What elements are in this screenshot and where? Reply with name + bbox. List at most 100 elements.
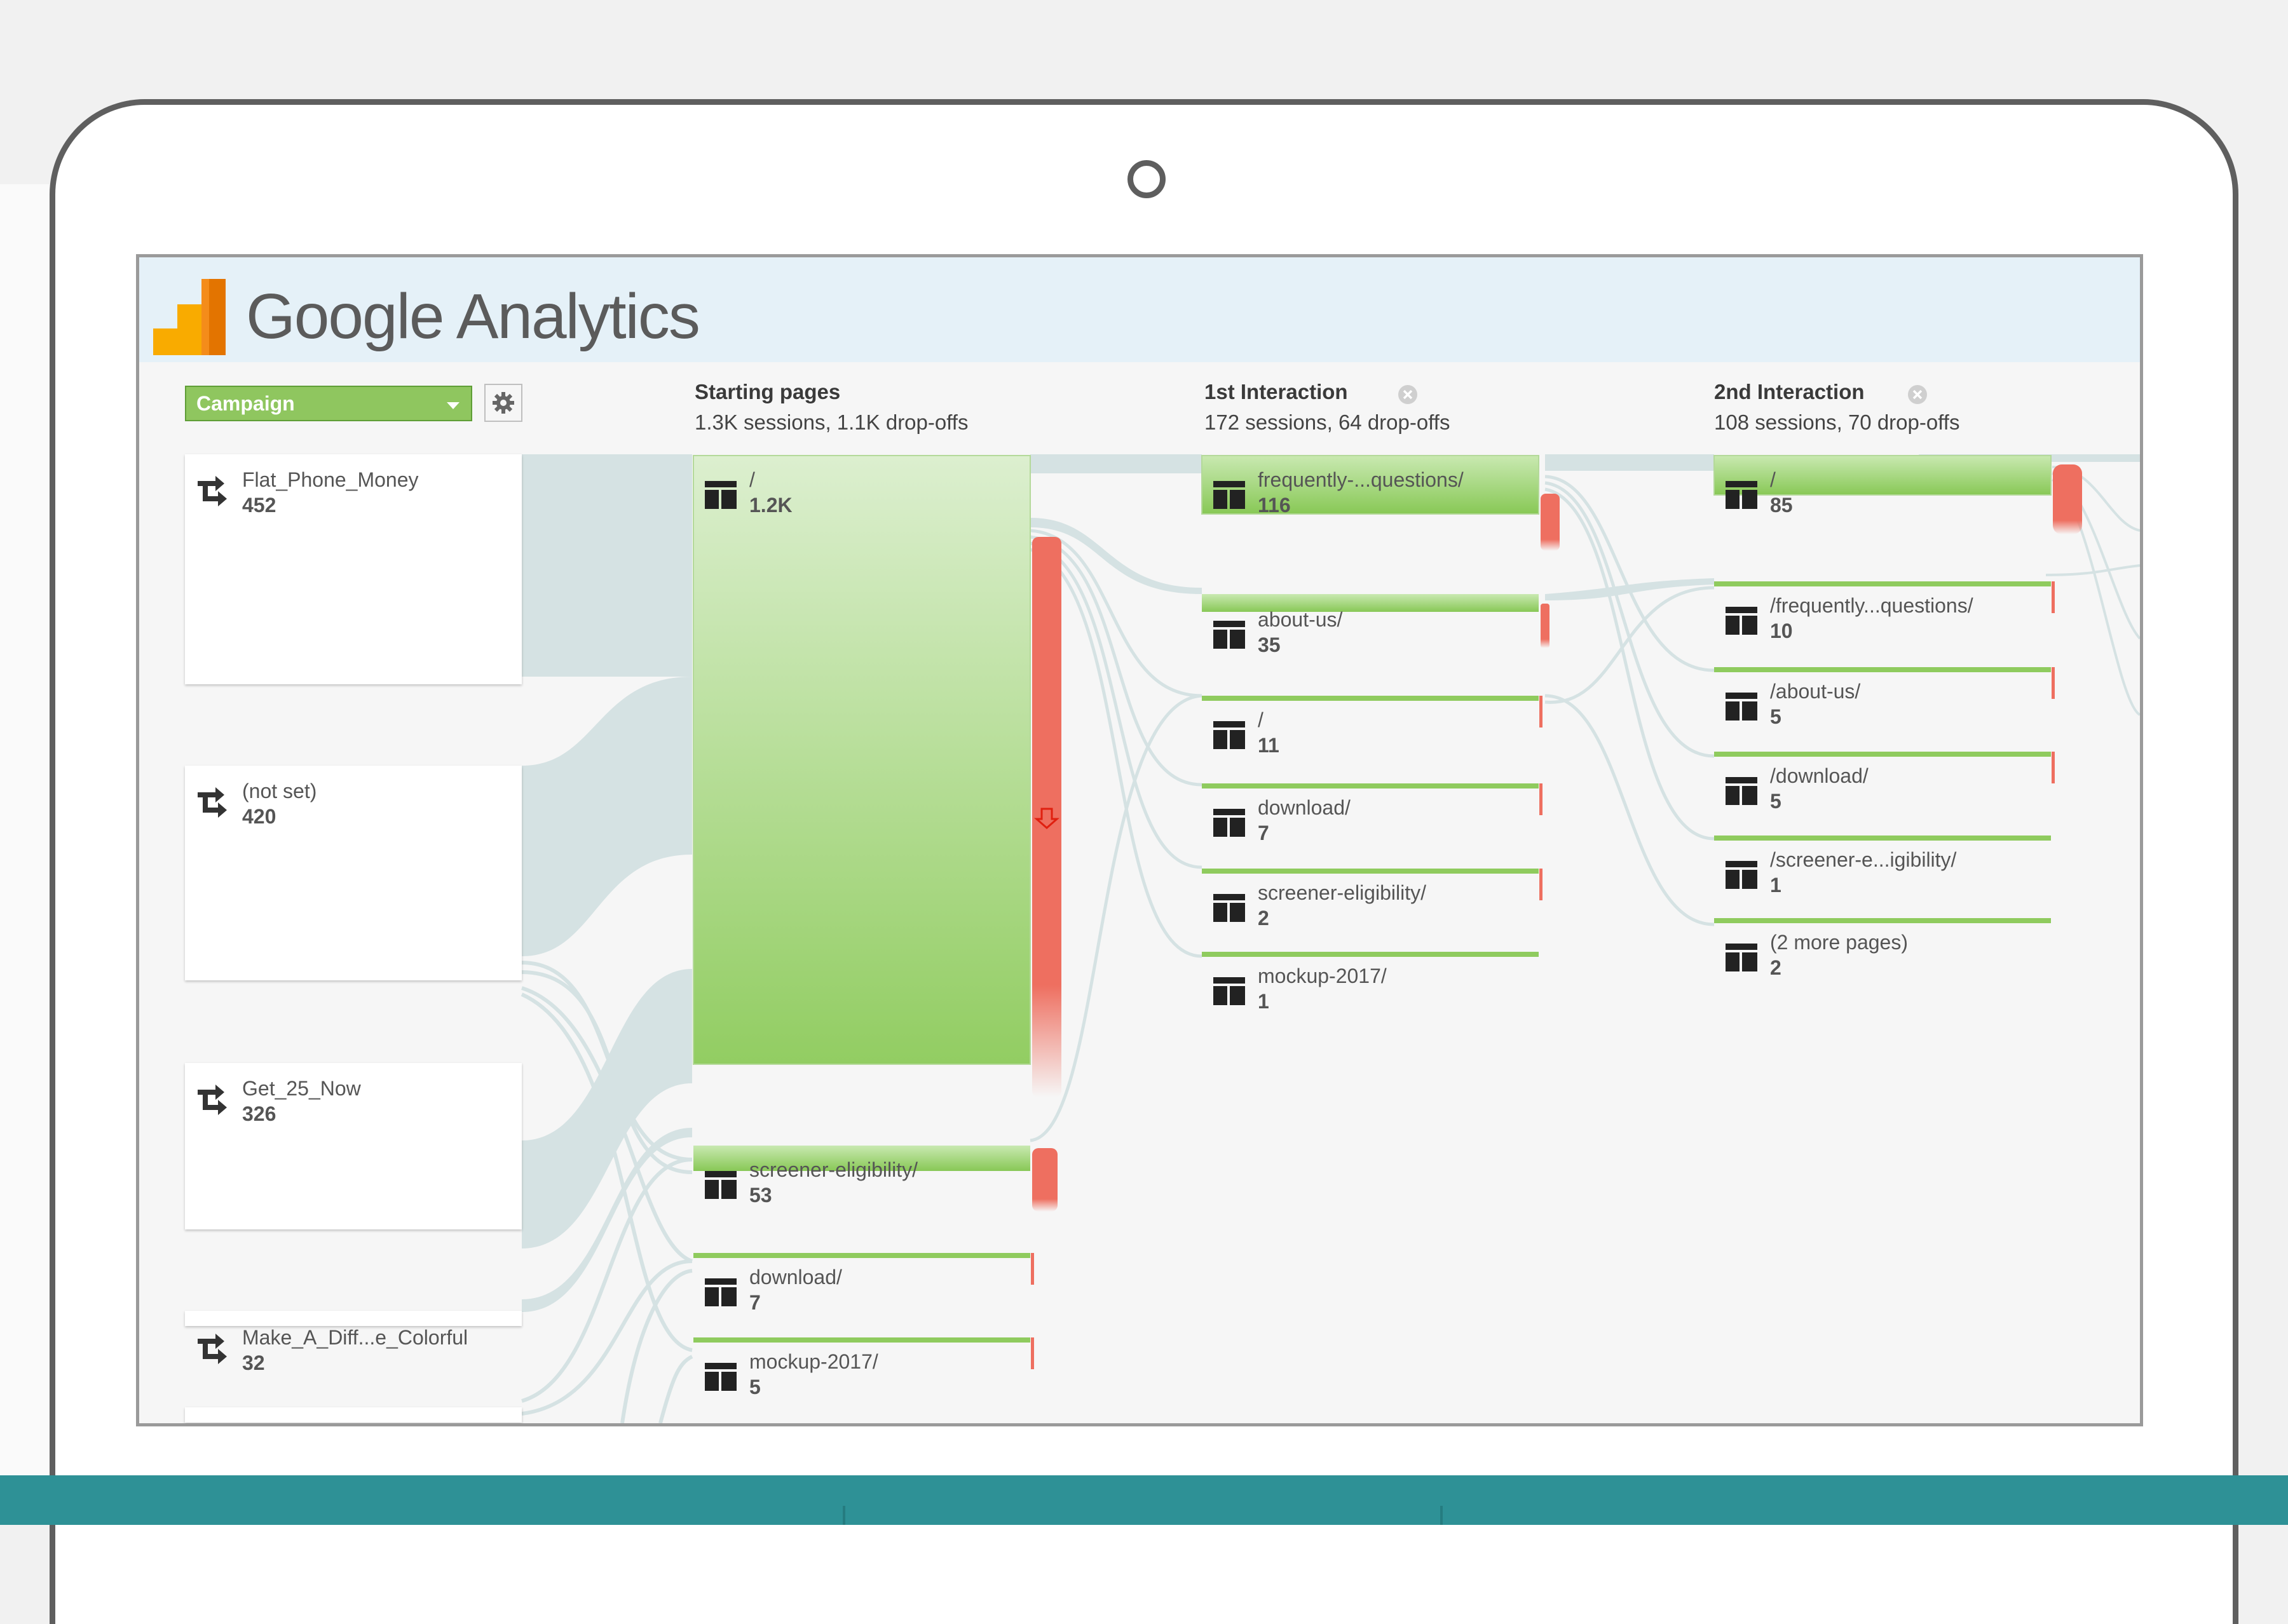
page-name: mockup-2017/ [749, 1350, 878, 1373]
analytics-screen: Google Analytics Campaign Starting pages… [136, 254, 2143, 1426]
remove-step-close-icon[interactable] [1907, 384, 1928, 405]
page-count: 85 [1770, 494, 1793, 517]
divider [1440, 1506, 1443, 1525]
settings-button[interactable] [484, 384, 522, 422]
source-name: Make_A_Diff...e_Colorful [242, 1326, 468, 1349]
page-name: about-us/ [1258, 608, 1343, 631]
page-icon [1213, 721, 1245, 749]
page-name: /frequently...questions/ [1770, 594, 1973, 617]
flow-ribbon [1030, 454, 1202, 473]
page-count: 5 [1770, 705, 1781, 728]
page-node[interactable]: screener-eligibility/ 2 [1202, 869, 1539, 938]
dropoff-bar [1541, 494, 1560, 551]
dropoff-bar [1539, 696, 1542, 727]
page-icon [705, 481, 737, 509]
dimension-dropdown[interactable]: Campaign [185, 386, 472, 421]
page-node[interactable]: /about-us/ 5 [1714, 667, 2051, 737]
page-name: /about-us/ [1770, 680, 1861, 703]
source-name: Flat_Phone_Money [242, 468, 419, 491]
bottom-banner [0, 1475, 2288, 1525]
node-bar [693, 455, 1031, 1065]
page-node[interactable]: / 85 [1714, 456, 2051, 525]
page-node[interactable]: frequently-...questions/ 116 [1202, 456, 1539, 525]
source-node[interactable]: Get_25_Now 326 [185, 1063, 522, 1229]
flow-line [658, 1355, 693, 1423]
page-icon [1213, 621, 1245, 649]
page-node[interactable]: /download/ 5 [1714, 752, 2051, 822]
page-count: 7 [749, 1291, 761, 1314]
page-icon [1726, 693, 1757, 721]
page-node[interactable]: / 1.2K [693, 456, 1030, 532]
page-count: 2 [1770, 956, 1781, 979]
column-stats: 108 sessions, 70 drop-offs [1714, 410, 1960, 434]
dropoff-bar [1032, 1148, 1058, 1212]
entrance-arrow-icon [198, 1085, 227, 1115]
dropoff-bar [1541, 604, 1549, 648]
dropoff-bar [2052, 752, 2055, 783]
page-node[interactable]: screener-eligibility/ 53 [693, 1146, 1030, 1222]
flow-ribbon [1545, 454, 1714, 471]
page-count: 1 [1258, 990, 1269, 1013]
page-node[interactable]: (2 more pages) 2 [1714, 918, 2051, 988]
page-count: 2 [1258, 907, 1269, 930]
column-stats: 172 sessions, 64 drop-offs [1204, 410, 1450, 434]
page-node[interactable]: /screener-e...igibility/ 1 [1714, 836, 2051, 905]
page-count: 35 [1258, 633, 1281, 656]
page-node[interactable]: about-us/ 35 [1202, 595, 1539, 665]
page-node[interactable]: download/ 7 [1202, 783, 1539, 853]
page-name: /screener-e...igibility/ [1770, 848, 1957, 871]
source-node[interactable]: Flat_Phone_Money 452 [185, 454, 522, 684]
source-node[interactable]: Make_A_Diff...e_Colorful 32 [185, 1323, 522, 1387]
page-count: 7 [1258, 822, 1269, 844]
page-node[interactable]: mockup-2017/ 1 [1202, 952, 1539, 1022]
gear-icon [493, 392, 514, 414]
page-node[interactable]: / 11 [1202, 696, 1539, 766]
dropoff-bar [1031, 1253, 1034, 1285]
page-count: 1 [1770, 874, 1781, 897]
page-node[interactable]: /frequently...questions/ 10 [1714, 581, 2051, 651]
page-name: / [1258, 708, 1263, 731]
page-name: download/ [749, 1266, 842, 1289]
page-count: 10 [1770, 619, 1793, 642]
page-name: / [749, 468, 755, 491]
page-icon [1726, 944, 1757, 971]
page-icon [1726, 481, 1757, 509]
page-icon [1726, 607, 1757, 635]
page-name: /download/ [1770, 764, 1869, 787]
entrance-arrow-icon [198, 1334, 227, 1364]
page-name: download/ [1258, 796, 1351, 819]
page-count: 53 [749, 1184, 772, 1207]
page-name: mockup-2017/ [1258, 964, 1387, 987]
source-count: 452 [242, 494, 276, 517]
dimension-label: Campaign [196, 392, 295, 415]
page-icon [705, 1363, 737, 1391]
remove-step-close-icon[interactable] [1398, 384, 1418, 405]
page-name: / [1770, 468, 1776, 491]
source-name: (not set) [242, 780, 317, 802]
dropoff-bar [1539, 869, 1542, 900]
page-name: frequently-...questions/ [1258, 468, 1464, 491]
page-node[interactable]: mockup-2017/ 5 [693, 1337, 1030, 1414]
source-count: 420 [242, 805, 276, 828]
source-node-bar[interactable] [185, 1407, 522, 1423]
page-icon [705, 1171, 737, 1199]
entrance-arrow-icon [198, 476, 227, 506]
source-node[interactable]: (not set) 420 [185, 766, 522, 980]
flow-line [521, 1259, 693, 1416]
dropoff-bar [2052, 581, 2055, 613]
page-node[interactable]: download/ 7 [693, 1253, 1030, 1329]
page-count: 5 [749, 1376, 761, 1398]
source-count: 326 [242, 1102, 276, 1125]
dropoff-bar [2052, 667, 2055, 699]
source-count: 32 [242, 1351, 265, 1374]
flow-ribbon [522, 677, 692, 956]
page-count: 116 [1258, 494, 1291, 517]
column-title: Starting pages [695, 380, 841, 403]
page-name: screener-eligibility/ [749, 1158, 918, 1181]
page-name: screener-eligibility/ [1258, 881, 1426, 904]
flow-ribbon [522, 454, 692, 677]
dropoff-bar [1539, 783, 1542, 815]
chevron-down-icon [447, 402, 460, 409]
page-count: 11 [1258, 734, 1279, 757]
camera-icon [1127, 160, 1166, 198]
